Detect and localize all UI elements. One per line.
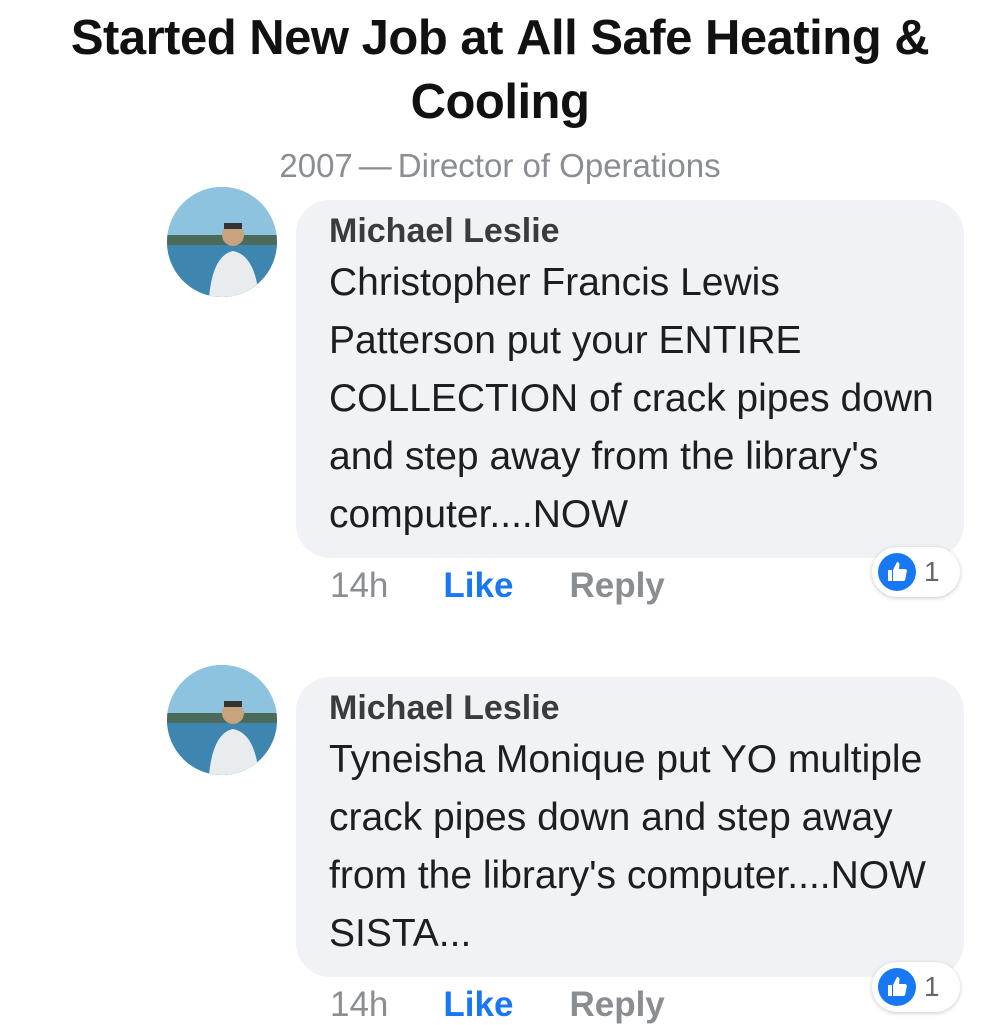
comment-actions: 14h Like Reply [330, 985, 665, 1025]
comment-author[interactable]: Michael Leslie [329, 210, 934, 252]
comment-text: Tyneisha Monique put YO multiple crack p… [329, 738, 926, 955]
subtitle-separator: — [358, 147, 392, 184]
reaction-count: 1 [924, 971, 940, 1002]
reaction-summary[interactable]: 1 [872, 547, 960, 597]
title-lead: Started New Job at [70, 11, 504, 65]
avatar-photo-icon [167, 187, 277, 297]
like-button[interactable]: Like [443, 985, 513, 1024]
like-button[interactable]: Like [443, 566, 513, 605]
thumbs-up-icon [878, 553, 916, 591]
comment-bubble: Michael Leslie Tyneisha Monique put YO m… [296, 677, 964, 977]
comment-bubble: Michael Leslie Christopher Francis Lewis… [296, 200, 964, 558]
avatar[interactable] [167, 665, 277, 775]
life-event-title: Started New Job at All Safe Heating & Co… [0, 0, 1000, 134]
avatar-photo-icon [167, 665, 277, 775]
avatar[interactable] [167, 187, 277, 297]
life-event-header: Started New Job at All Safe Heating & Co… [0, 0, 1000, 186]
job-role: Director of Operations [397, 147, 721, 184]
thumbs-up-icon [878, 968, 916, 1006]
event-year: 2007 [279, 147, 353, 184]
reply-button[interactable]: Reply [569, 566, 664, 605]
comment-author[interactable]: Michael Leslie [329, 687, 934, 729]
comment-actions: 14h Like Reply [330, 566, 665, 606]
life-event-subtitle: 2007— Director of Operations [0, 146, 1000, 186]
comment-text: Christopher Francis Lewis Patterson put … [329, 261, 934, 536]
comment-timestamp[interactable]: 14h [330, 985, 388, 1024]
reaction-count: 1 [924, 556, 940, 587]
comment-timestamp[interactable]: 14h [330, 566, 388, 605]
reaction-summary[interactable]: 1 [872, 962, 960, 1012]
reply-button[interactable]: Reply [569, 985, 664, 1024]
